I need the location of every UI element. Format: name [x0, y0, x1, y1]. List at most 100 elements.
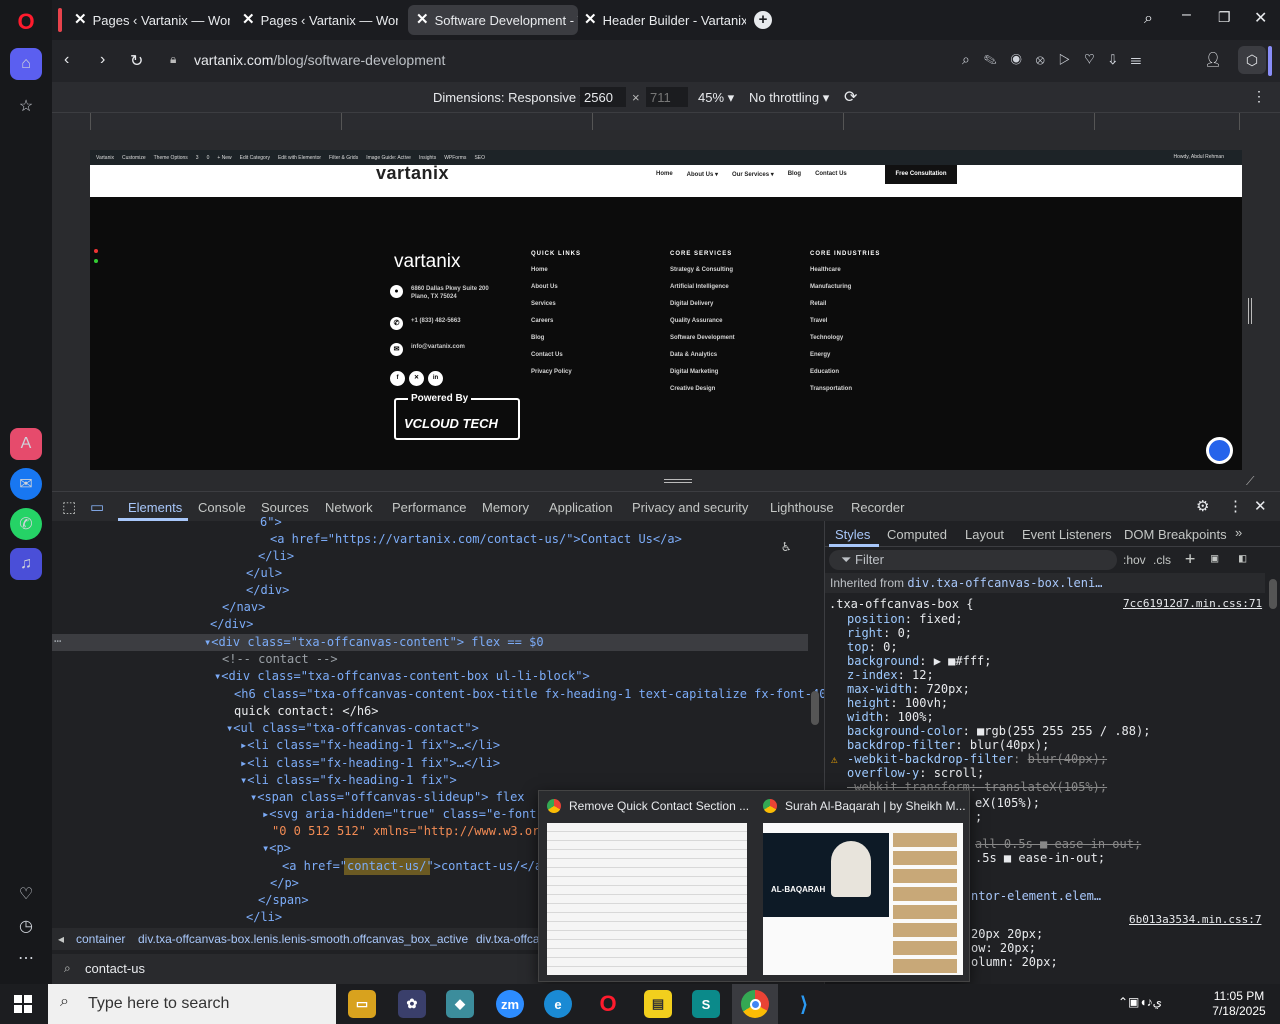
cls-button[interactable]: .cls	[1153, 553, 1171, 567]
reload-icon[interactable]: ↻	[130, 51, 143, 71]
new-rule-icon[interactable]: +	[1185, 549, 1195, 569]
windows-start-icon[interactable]	[14, 995, 32, 1013]
css-decl[interactable]: background-color: ■rgb(255 255 255 / .88…	[847, 724, 1150, 738]
paint-icon[interactable]: ▣	[1211, 551, 1218, 565]
new-tab-button[interactable]: +	[754, 11, 772, 29]
footer-link[interactable]: Privacy Policy	[531, 369, 581, 386]
clock[interactable]: 11:05 PM 7/18/2025	[1208, 989, 1270, 1019]
selected-code-line[interactable]: ▾<div class="txa-offcanvas-content"> fle…	[204, 634, 544, 651]
vscode-icon[interactable]: ⟩	[790, 990, 818, 1018]
app-icon[interactable]: ✿	[398, 990, 426, 1018]
code-line[interactable]: ▸<li class="fx-heading-1 fix">…</li>	[240, 755, 500, 772]
nav-contact[interactable]: Contact Us	[815, 171, 847, 178]
sidebar-toggle-icon[interactable]: ◧	[1239, 551, 1246, 565]
css-selector[interactable]: .txa-offcanvas-box {	[829, 597, 974, 611]
facebook-icon[interactable]: f	[390, 371, 405, 386]
resize-corner-icon[interactable]: ⟋	[1246, 474, 1254, 489]
elements-scrollbar[interactable]	[811, 691, 819, 725]
file-explorer-icon[interactable]: ▭	[348, 990, 376, 1018]
wp-item[interactable]: Edit with Elementor	[278, 155, 321, 161]
tab-console[interactable]: Console	[198, 500, 246, 515]
css-partial[interactable]: 20px 20px;	[971, 927, 1058, 941]
tab-sources[interactable]: Sources	[261, 500, 309, 515]
footer-link[interactable]: Quality Assurance	[670, 318, 735, 335]
css-decl[interactable]: backdrop-filter: blur(40px);	[847, 738, 1150, 752]
nav-about[interactable]: About Us ▾	[687, 171, 718, 178]
css-partial[interactable]: olumn: 20px;	[971, 955, 1058, 969]
footer-link[interactable]: Services	[531, 301, 581, 318]
app-icon-2[interactable]: ◆	[446, 990, 474, 1018]
code-line[interactable]: quick contact: </h6>	[234, 703, 379, 720]
rotate-icon[interactable]: ⟳	[844, 87, 857, 107]
footer-link[interactable]: Digital Marketing	[670, 369, 735, 386]
footer-link[interactable]: Healthcare	[810, 267, 880, 284]
nav-blog[interactable]: Blog	[788, 171, 801, 178]
css-decl[interactable]: right: 0;	[847, 626, 1150, 640]
music-icon[interactable]: ♫	[10, 548, 42, 580]
code-line[interactable]: ▾<span class="offcanvas-slideup"> flex	[250, 789, 525, 806]
footer-link[interactable]: Transportation	[810, 386, 880, 403]
tab-1[interactable]: ✕ Pages ‹ Vartanix — WordP	[234, 5, 398, 35]
preview-left-thumbnail[interactable]	[547, 823, 747, 975]
edge-icon[interactable]: e	[544, 990, 572, 1018]
css-partial[interactable]: ;	[975, 810, 1040, 824]
code-line[interactable]: ▸<svg aria-hidden="true" class="e-font-i…	[262, 806, 558, 823]
code-line[interactable]: ▾<ul class="txa-offcanvas-contact">	[226, 720, 479, 737]
back-icon[interactable]: ‹	[64, 51, 69, 69]
wp-item[interactable]: Customize	[122, 155, 146, 161]
wp-howdy[interactable]: Howdy, Abdul Rehman	[1174, 154, 1225, 160]
css-partial[interactable]: eX(105%);	[975, 796, 1040, 810]
css-partial[interactable]: .5s ■ ease-in-out;	[975, 851, 1141, 865]
devtools-close-icon[interactable]: ✕	[1254, 497, 1267, 515]
breadcrumb-scroll-left[interactable]: ◂	[58, 932, 64, 946]
footer-link[interactable]: Home	[531, 267, 581, 284]
code-line[interactable]: <h6 class="txa-offcanvas-content-box-tit…	[234, 686, 848, 703]
footer-link[interactable]: Energy	[810, 352, 880, 369]
css-decl[interactable]: top: 0;	[847, 640, 1150, 654]
aria-icon[interactable]: A	[10, 428, 42, 460]
code-line[interactable]: "0 0 512 512" xmlns="http://www.w3.org/2	[272, 823, 561, 840]
wp-item[interactable]: Vartanix	[96, 155, 114, 161]
chrome-icon[interactable]	[741, 990, 769, 1018]
wp-item[interactable]: Filter & Grids	[329, 155, 358, 161]
devtools-more-icon[interactable]: ⋮	[1228, 497, 1243, 515]
code-line[interactable]: ▾<div class="txa-offcanvas-content-box u…	[214, 668, 590, 685]
profile-icon[interactable]: 👤︎	[1204, 51, 1222, 68]
throttle-select[interactable]: No throttling ▾	[749, 90, 829, 106]
wp-item[interactable]: Insights	[419, 155, 436, 161]
code-line[interactable]: </div>	[246, 582, 289, 599]
code-line[interactable]: </ul>	[246, 565, 282, 582]
system-tray-icons[interactable]: ⌃▣◖♪ي	[1118, 995, 1162, 1009]
resize-handle-bottom[interactable]	[664, 479, 692, 483]
sticky-notes-icon[interactable]: ▤	[644, 990, 672, 1018]
code-line[interactable]: <a href="https://vartanix.com/contact-us…	[270, 531, 682, 548]
footer-link[interactable]: Manufacturing	[810, 284, 880, 301]
css-decl[interactable]: width: 100%;	[847, 710, 1150, 724]
forward-icon[interactable]: ›	[100, 51, 105, 69]
settings-gear-icon[interactable]: ⚙	[1196, 497, 1209, 515]
url-field[interactable]: vartanix.com/blog/software-development	[194, 52, 445, 68]
powered-by-badge[interactable]: Powered By VCLOUD TECH	[394, 393, 520, 440]
wp-item[interactable]: 3	[196, 155, 199, 161]
css-decl[interactable]: max-width: 720px;	[847, 682, 1150, 696]
node-ellipsis-icon[interactable]: ⋯	[54, 634, 61, 648]
wp-item[interactable]: Edit Category	[240, 155, 270, 161]
more-tabs-icon[interactable]: »	[1235, 525, 1242, 540]
code-line[interactable]: </nav>	[222, 599, 265, 616]
heart-icon[interactable]: ♡	[10, 878, 42, 910]
dimensions-select[interactable]: Dimensions: Responsive ▾	[433, 90, 586, 106]
home-icon[interactable]: ⌂	[10, 48, 42, 80]
code-line[interactable]: </li>	[246, 909, 282, 926]
footer-link[interactable]: Creative Design	[670, 386, 735, 403]
width-input[interactable]: 2560	[580, 87, 626, 107]
accessibility-icon[interactable]: ♿︎	[782, 539, 790, 555]
footer-phone[interactable]: +1 (833) 482-5663	[411, 317, 461, 343]
footer-email[interactable]: info@vartanix.com	[411, 343, 465, 369]
footer-link[interactable]: Education	[810, 369, 880, 386]
messenger-icon[interactable]: ✉	[10, 468, 42, 500]
css-decl[interactable]: background: ▶ ■#fff;	[847, 654, 1150, 668]
footer-logo[interactable]: vartanix	[394, 251, 461, 273]
footer-link[interactable]: Technology	[810, 335, 880, 352]
code-line[interactable]: </span>	[258, 892, 309, 909]
preview-right-title[interactable]: Surah Al-Baqarah | by Sheikh M...	[763, 799, 966, 813]
